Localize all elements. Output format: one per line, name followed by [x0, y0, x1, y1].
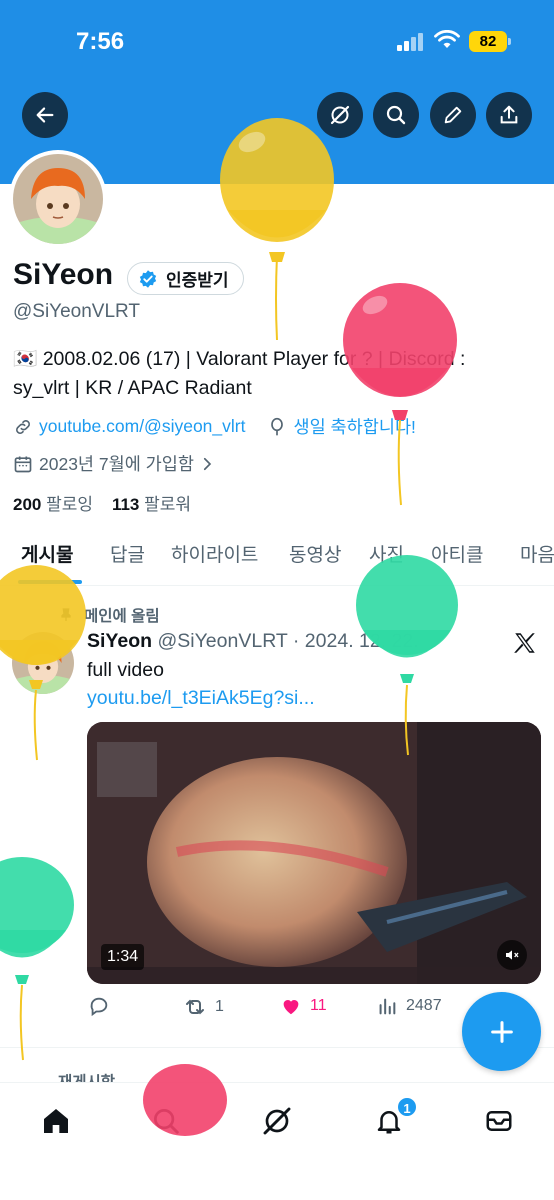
edit-icon: [444, 106, 462, 124]
post-avatar[interactable]: [12, 632, 74, 694]
tab-likes[interactable]: 마음: [520, 540, 554, 567]
profile-bio: 🇰🇷 2008.02.06 (17) | Valorant Player for…: [13, 345, 543, 403]
grok-icon: [263, 1107, 291, 1135]
speaker-muted-icon: [506, 950, 519, 960]
profile-name: SiYeon: [13, 258, 114, 291]
tab-replies[interactable]: 답글: [110, 540, 145, 567]
verified-badge-icon: [139, 269, 157, 288]
joined-row[interactable]: 2023년 7월에 가입함: [13, 451, 216, 476]
get-verified-label: 인증받기: [166, 271, 229, 290]
post-video[interactable]: [87, 722, 541, 984]
view-count: 2487: [406, 997, 442, 1014]
tab-photos[interactable]: 사진: [369, 540, 404, 567]
share-icon: [500, 105, 518, 124]
heart-filled-icon: [283, 1000, 299, 1015]
bar-chart-icon: [379, 998, 396, 1015]
like-count: 11: [310, 997, 327, 1014]
status-time: 7:56: [76, 28, 125, 55]
reply-button[interactable]: [88, 995, 110, 1017]
bottom-navigation: 1: [0, 1082, 554, 1200]
video-duration: 1:34: [101, 944, 145, 970]
retweet-icon: [186, 999, 204, 1015]
search-icon: [154, 1109, 179, 1134]
anime-avatar-image: [13, 154, 103, 244]
status-bar: 7:56 82: [0, 0, 554, 84]
profile-handle: @SiYeonVLRT: [13, 301, 141, 322]
profile-tabs: 게시물 답글 하이라이트 동영상 사진 아티클 마음: [0, 528, 554, 586]
following-link[interactable]: 200 팔로잉: [13, 495, 93, 514]
tab-posts[interactable]: 게시물: [21, 540, 73, 567]
back-button[interactable]: [22, 92, 68, 138]
profile-website-link[interactable]: youtube.com/@siyeon_vlrt: [39, 416, 245, 437]
pinned-indicator: 메인에 올림: [58, 604, 160, 626]
followers-link[interactable]: 113 팔로워: [112, 495, 191, 514]
balloon-icon: [271, 417, 284, 435]
nav-grok[interactable]: [252, 1101, 302, 1141]
post-text: full video: [87, 659, 164, 681]
x-logo-icon: [514, 633, 535, 653]
profile-avatar[interactable]: [9, 150, 107, 248]
signal-icon: [397, 33, 425, 51]
tab-articles[interactable]: 아티클: [431, 540, 483, 567]
home-icon: [44, 1109, 68, 1133]
grok-icon: [330, 105, 350, 125]
reply-icon: [90, 997, 108, 1017]
nav-search[interactable]: [141, 1101, 191, 1141]
post-link[interactable]: youtu.be/l_t3EiAk5Eg?si...: [87, 687, 315, 710]
pin-icon: [61, 608, 71, 621]
bio-line-1: 🇰🇷 2008.02.06 (17) | Valorant Player for…: [13, 348, 466, 370]
nav-home[interactable]: [31, 1101, 81, 1141]
mail-icon: [486, 1111, 512, 1131]
notification-badge: 1: [396, 1096, 418, 1118]
like-button[interactable]: 11: [280, 995, 327, 1017]
tab-videos[interactable]: 동영상: [289, 540, 341, 567]
search-button[interactable]: [373, 92, 419, 138]
battery-indicator: 82: [469, 31, 507, 52]
retweet-button[interactable]: 1: [183, 995, 224, 1019]
edit-button[interactable]: [430, 92, 476, 138]
views-button[interactable]: 2487: [376, 995, 442, 1017]
calendar-icon: [14, 456, 32, 472]
tab-highlights[interactable]: 하이라이트: [171, 540, 258, 567]
post-author[interactable]: SiYeon: [87, 630, 152, 652]
birthday-message: 생일 축하합니다!: [293, 417, 416, 437]
post-header: SiYeon @SiYeonVLRT · 2024. 12. 22.: [87, 630, 419, 653]
arrow-left-icon: [36, 107, 54, 123]
search-icon: [386, 105, 406, 125]
anime-avatar-image: [12, 632, 74, 694]
compose-button[interactable]: [462, 992, 541, 1071]
mute-button[interactable]: [497, 940, 527, 970]
joined-date: 2023년 7월에 가입함: [39, 454, 194, 474]
plus-icon: [490, 1020, 513, 1043]
bio-line-2: sy_vlrt | KR / APAC Radiant: [13, 377, 252, 399]
wifi-icon: [434, 30, 460, 48]
retweet-count: 1: [215, 998, 224, 1015]
profile-meta-row: youtube.com/@siyeon_vlrt 생일 축하합니다!: [13, 414, 416, 439]
post-handle-date: @SiYeonVLRT · 2024. 12. 22.: [157, 630, 419, 652]
follow-stats: 200 팔로잉 113 팔로워: [13, 490, 191, 515]
active-tab-indicator: [18, 580, 82, 584]
chevron-right-icon: [203, 457, 212, 470]
balloon-green-left: [0, 857, 74, 1061]
nav-messages[interactable]: [474, 1101, 524, 1141]
grok-button[interactable]: [317, 92, 363, 138]
pinned-label: 메인에 올림: [84, 608, 160, 625]
share-button[interactable]: [486, 92, 532, 138]
get-verified-button[interactable]: 인증받기: [127, 262, 244, 295]
link-icon: [16, 419, 30, 434]
video-thumbnail: [87, 722, 541, 984]
